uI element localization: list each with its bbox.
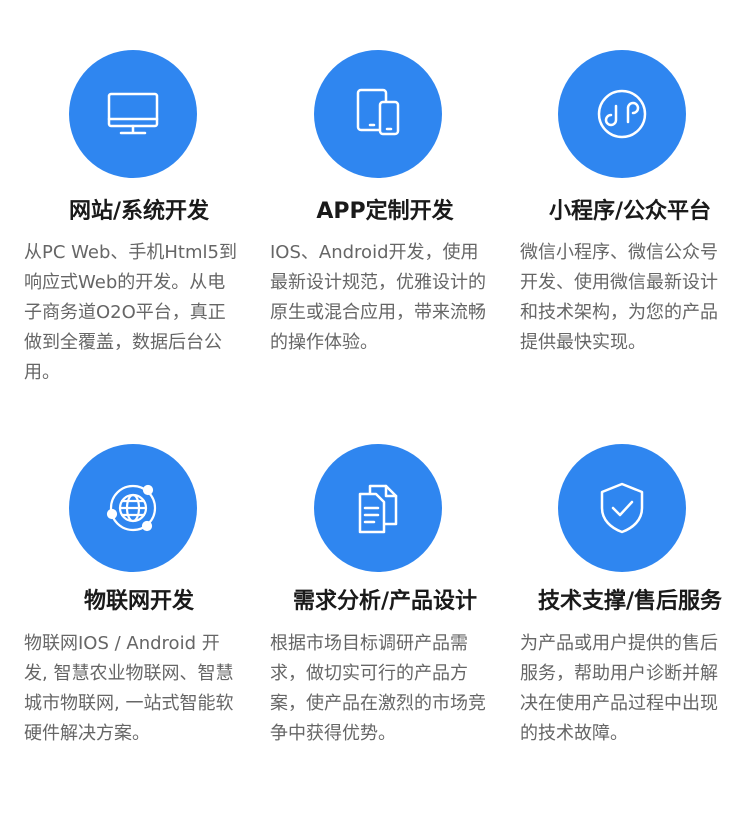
service-title: 物联网开发 <box>83 589 194 614</box>
service-card-product-design[interactable]: 需求分析/产品设计 根据市场目标调研产品需求，做切实可行的产品方案，使产品在激烈… <box>270 444 500 774</box>
shield-check-icon-circle <box>558 444 686 572</box>
monitor-icon-circle <box>69 50 197 178</box>
mini-program-icon <box>597 89 647 139</box>
service-title: APP定制开发 <box>316 199 454 224</box>
service-card-iot[interactable]: 物联网开发 物联网IOS / Android 开发, 智慧农业物联网、智慧城市物… <box>24 444 254 774</box>
documents-icon-circle <box>314 444 442 572</box>
globe-network-icon-circle <box>69 444 197 572</box>
devices-icon <box>356 88 400 136</box>
monitor-icon <box>107 92 159 135</box>
service-title: 网站/系统开发 <box>68 199 210 224</box>
service-title: 小程序/公众平台 <box>548 199 712 224</box>
service-card-support[interactable]: 技术支撑/售后服务 为产品或用户提供的售后服务，帮助用户诊断并解决在使用产品过程… <box>520 444 750 774</box>
service-card-app[interactable]: APP定制开发 IOS、Android开发，使用最新设计规范，优雅设计的原生或混… <box>270 50 500 390</box>
service-description: 为产品或用户提供的售后服务，帮助用户诊断并解决在使用产品过程中出现的技术故障。 <box>520 633 718 744</box>
service-title: 技术支撑/售后服务 <box>537 589 723 614</box>
service-description: IOS、Android开发，使用最新设计规范，优雅设计的原生或混合应用，带来流畅… <box>270 242 486 353</box>
documents-icon <box>358 484 398 534</box>
service-card-web[interactable]: 网站/系统开发 从PC Web、手机Html5到响应式Web的开发。从电子商务道… <box>24 50 254 390</box>
mini-program-icon-circle <box>558 50 686 178</box>
service-description: 微信小程序、微信公众号开发、使用微信最新设计和技术架构，为您的产品提供最快实现。 <box>520 242 718 353</box>
service-description: 根据市场目标调研产品需求，做切实可行的产品方案，使产品在激烈的市场竞争中获得优势… <box>270 633 486 744</box>
service-description: 物联网IOS / Android 开发, 智慧农业物联网、智慧城市物联网, 一站… <box>24 633 234 744</box>
service-description: 从PC Web、手机Html5到响应式Web的开发。从电子商务道O2O平台，真正… <box>24 242 237 383</box>
service-title: 需求分析/产品设计 <box>292 589 478 614</box>
devices-icon-circle <box>314 50 442 178</box>
shield-check-icon <box>600 482 644 534</box>
globe-network-icon <box>106 484 157 532</box>
service-card-mini-program[interactable]: 小程序/公众平台 微信小程序、微信公众号开发、使用微信最新设计和技术架构，为您的… <box>520 50 750 390</box>
